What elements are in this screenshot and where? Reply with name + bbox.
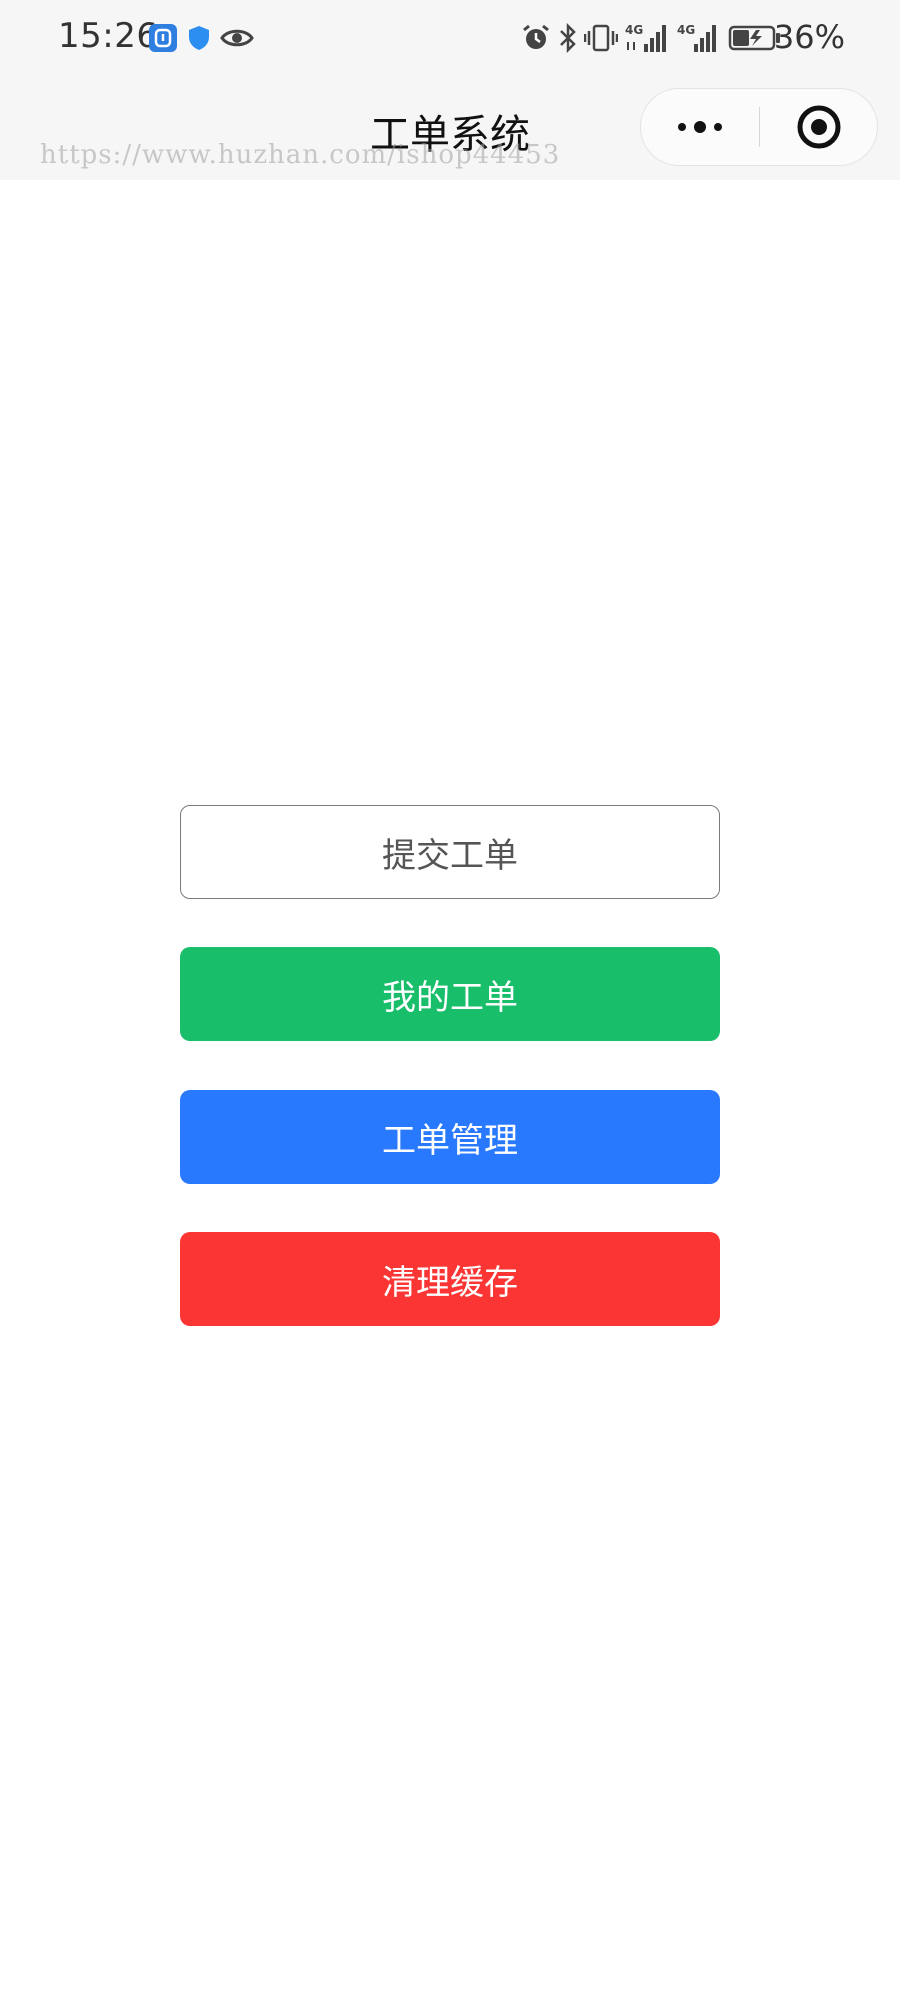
svg-text:4G: 4G bbox=[625, 23, 643, 37]
more-dots-icon bbox=[678, 121, 722, 133]
target-circle-icon bbox=[797, 105, 840, 149]
status-bar: 15:26 4G 4G 36% bbox=[0, 0, 900, 80]
submit-ticket-button[interactable]: 提交工单 bbox=[180, 805, 720, 899]
ticket-management-button[interactable]: 工单管理 bbox=[180, 1090, 720, 1184]
clear-cache-button[interactable]: 清理缓存 bbox=[180, 1232, 720, 1326]
bluetooth-icon bbox=[556, 20, 580, 56]
close-button[interactable] bbox=[760, 89, 877, 165]
mini-program-capsule bbox=[640, 88, 878, 166]
svg-text:4G: 4G bbox=[677, 23, 695, 37]
app-notification-icon bbox=[148, 20, 178, 56]
signal-4g-icon: 4G bbox=[624, 20, 670, 56]
signal-4g-icon: 4G bbox=[676, 20, 720, 56]
eye-icon bbox=[220, 20, 254, 56]
watermark-text: https://www.huzhan.com/ishop44453 bbox=[40, 140, 561, 170]
vibrate-icon bbox=[584, 20, 618, 56]
shield-icon bbox=[186, 20, 212, 56]
alarm-icon bbox=[520, 20, 552, 56]
status-time: 15:26 bbox=[58, 16, 159, 56]
my-tickets-button[interactable]: 我的工单 bbox=[180, 947, 720, 1041]
navigation-bar: 工单系统 https://www.huzhan.com/ishop44453 bbox=[0, 80, 900, 180]
battery-percent: 36% bbox=[773, 18, 845, 56]
more-button[interactable] bbox=[641, 89, 759, 165]
